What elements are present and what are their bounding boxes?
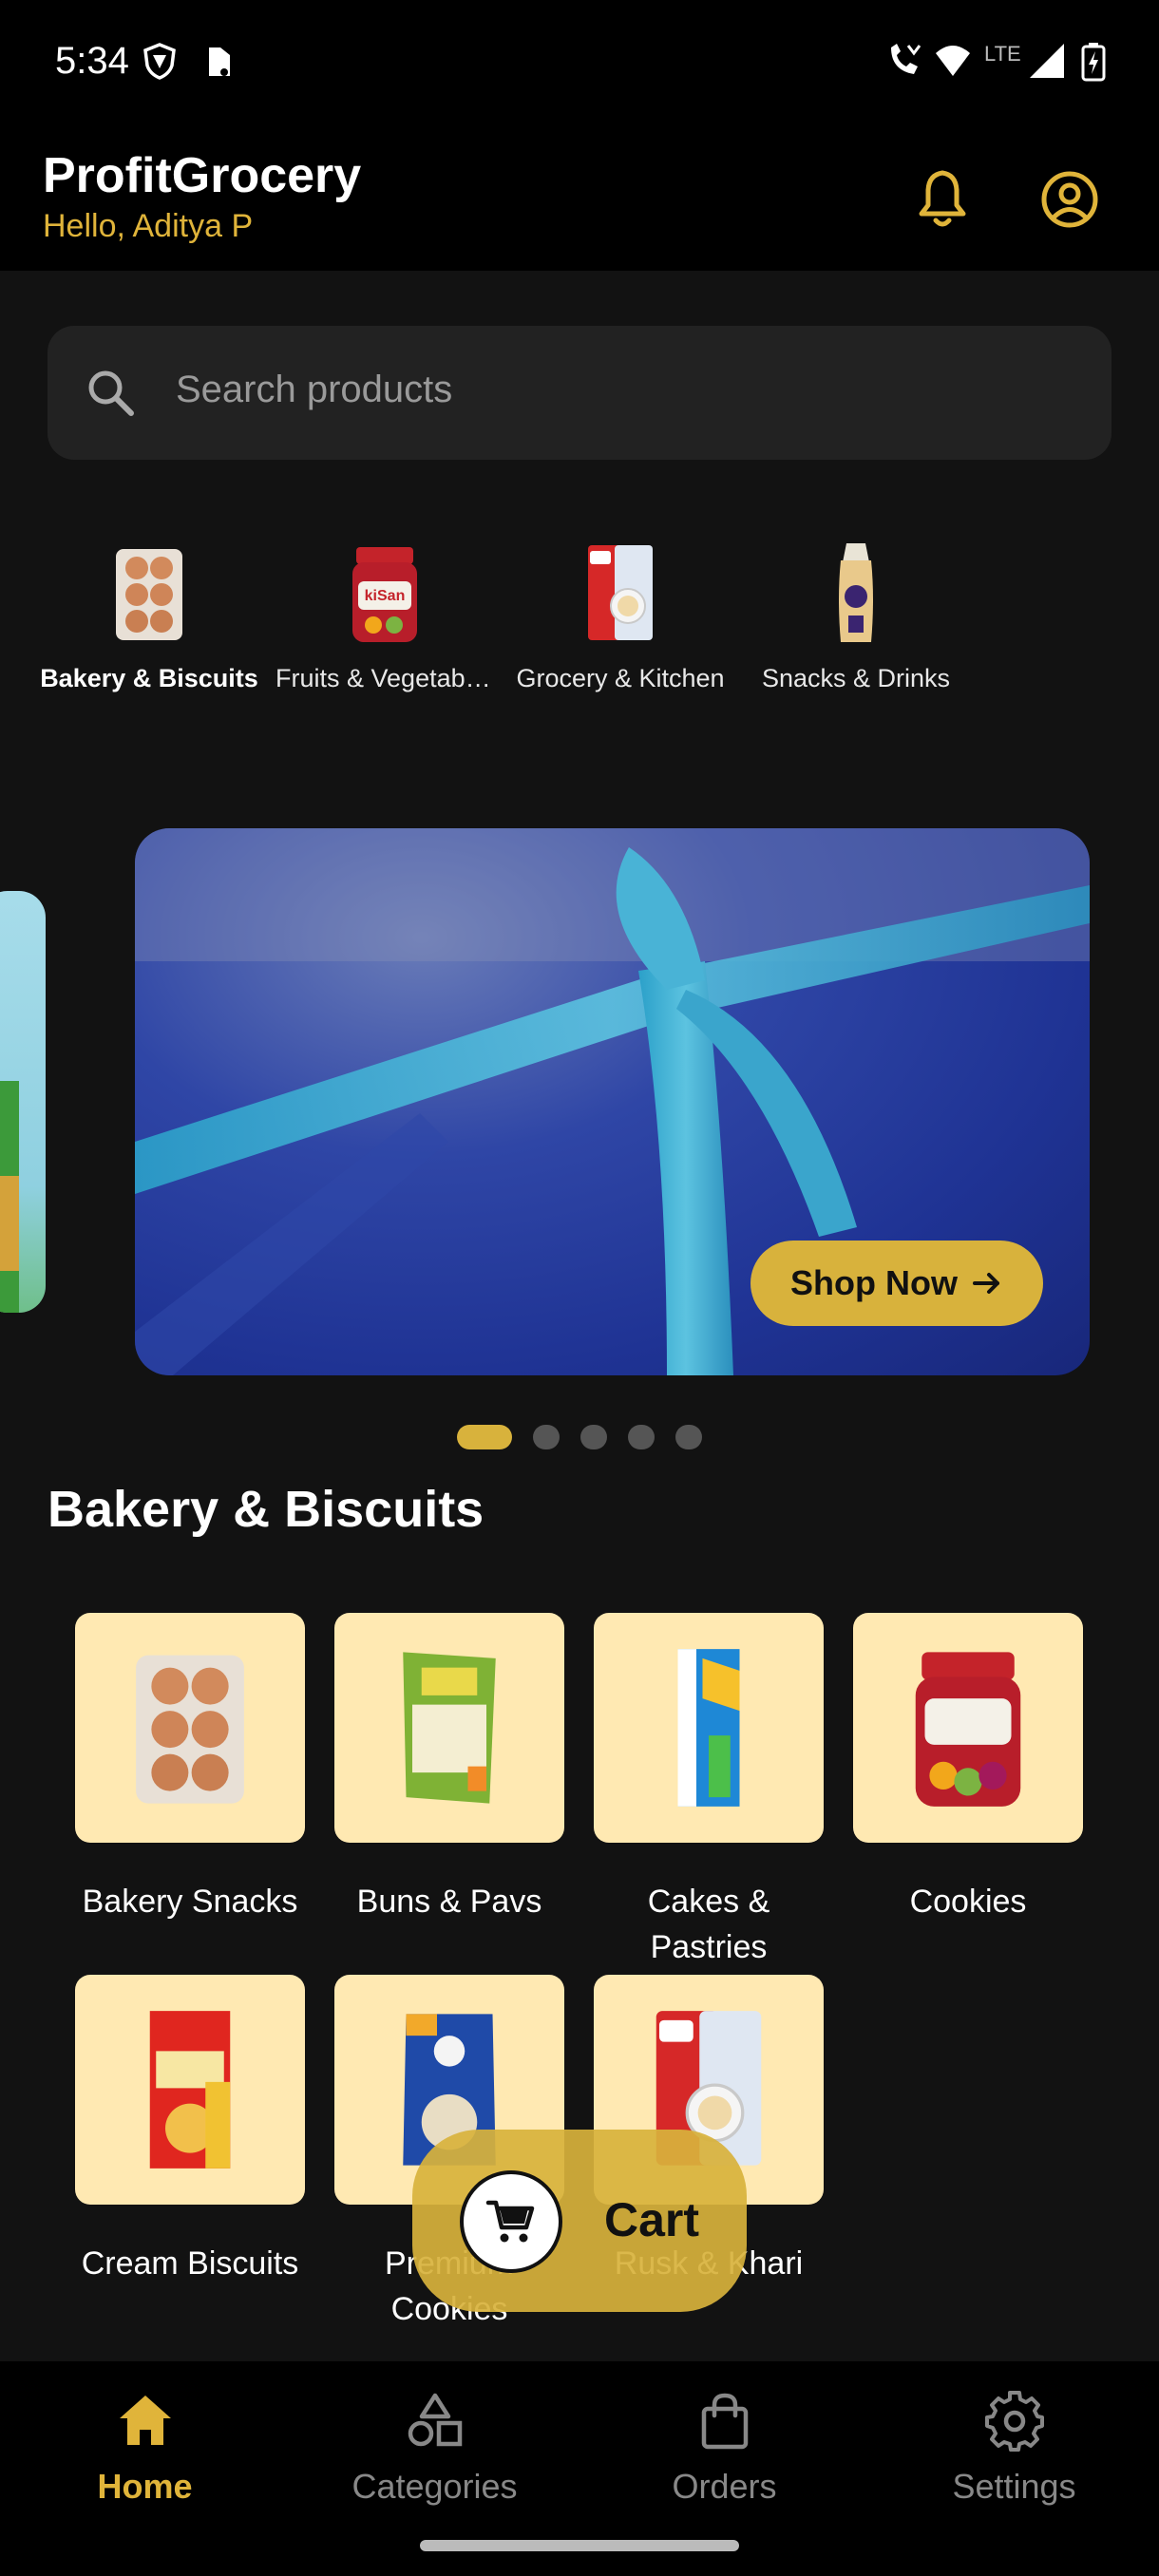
nav-label: Categories (352, 2467, 518, 2506)
snack-pack-icon (839, 543, 873, 642)
subcategory-tile[interactable]: Cakes & Pastries (594, 1613, 824, 1970)
tile-image (594, 1613, 824, 1843)
category-label: Snacks & Drinks (761, 664, 951, 692)
notifications-button[interactable] (904, 161, 980, 237)
carousel-dot[interactable] (628, 1425, 655, 1449)
category-item-bakery[interactable]: Bakery & Biscuits (40, 541, 258, 693)
search-icon (88, 370, 134, 416)
battery-charging-icon (1081, 43, 1106, 82)
storage-icon (209, 47, 230, 76)
subcategory-tile[interactable]: Bakery Snacks (75, 1613, 305, 1924)
cart-button[interactable]: Cart (412, 2130, 747, 2312)
tile-label: Cakes & Pastries (647, 1884, 770, 1965)
profile-button[interactable] (1032, 161, 1108, 237)
category-item-fruits[interactable]: kiSan Fruits & Vegetables (276, 541, 494, 693)
tile-image (853, 1613, 1083, 1843)
cell-signal-icon (1030, 44, 1064, 78)
carousel-dot[interactable] (675, 1425, 702, 1449)
search-bar[interactable]: Search products (48, 326, 1112, 460)
tile-image (334, 1613, 564, 1843)
categories-icon (408, 2393, 462, 2447)
category-label: Bakery & Biscuits (40, 664, 258, 692)
subcategory-tile[interactable]: Cream Biscuits (75, 1975, 305, 2286)
vermicelli-pack-icon (588, 545, 653, 640)
home-icon (119, 2396, 171, 2445)
svg-text:kiSan: kiSan (365, 588, 406, 604)
corn-flakes-box-icon (149, 2011, 231, 2169)
subcategory-tile[interactable]: Buns & Pavs (334, 1613, 564, 1924)
carousel-dot[interactable] (533, 1425, 560, 1449)
user-greeting: Hello, Aditya P (43, 208, 254, 244)
category-item-grocery[interactable]: Grocery & Kitchen (511, 541, 730, 693)
eggs-tray-icon (136, 1655, 244, 1804)
shop-now-button[interactable]: Shop Now (750, 1241, 1043, 1326)
banner-peek-previous[interactable] (0, 891, 46, 1313)
search-input[interactable]: Search products (176, 369, 452, 411)
cart-label: Cart (604, 2193, 700, 2246)
status-time: 5:34 (55, 40, 129, 82)
tile-image (75, 1613, 305, 1843)
category-label: Grocery & Kitchen (516, 664, 725, 692)
section-title: Bakery & Biscuits (48, 1481, 484, 1538)
nav-categories[interactable]: Categories (290, 2390, 580, 2507)
tile-label: Cream Biscuits (81, 2245, 299, 2282)
wifi-icon (936, 46, 970, 76)
promo-banner[interactable]: Shop Now (135, 828, 1090, 1375)
shopping-cart-icon (485, 2200, 535, 2243)
cart-icon-circle (460, 2170, 562, 2273)
eggs-tray-icon (116, 549, 182, 640)
carousel-indicator (457, 1425, 702, 1449)
carousel-dot[interactable] (457, 1425, 512, 1449)
arrow-right-icon (972, 1273, 999, 1294)
tile-label: Cookies (909, 1884, 1027, 1920)
nav-settings[interactable]: Settings (869, 2390, 1159, 2507)
jam-jar-icon (915, 1652, 1021, 1807)
jam-jar-icon: kiSan (352, 547, 417, 642)
nav-orders[interactable]: Orders (580, 2390, 869, 2507)
cheese-slices-icon (677, 1649, 740, 1807)
nav-label: Settings (952, 2467, 1076, 2506)
status-bar: 5:34 LTE (0, 0, 1159, 128)
nav-label: Home (97, 2467, 193, 2506)
network-type-label: LTE (984, 42, 1021, 66)
nav-home[interactable]: Home (0, 2390, 290, 2507)
category-label: Fruits & Vegetables (276, 664, 494, 692)
paneer-pack-icon (403, 1652, 496, 1804)
app-header: ProfitGrocery Hello, Aditya P (0, 128, 1159, 271)
tile-image (75, 1975, 305, 2205)
shop-now-label: Shop Now (790, 1263, 958, 1302)
account-circle-icon (1041, 171, 1098, 228)
vpn-shield-icon (143, 43, 176, 80)
gesture-bar[interactable] (420, 2540, 739, 2551)
gear-icon (984, 2391, 1044, 2452)
bell-icon (919, 170, 966, 227)
wifi-calling-icon (891, 44, 922, 74)
category-item-snacks[interactable]: Snacks & Drinks (747, 541, 965, 693)
tile-label: Bakery Snacks (82, 1884, 298, 1920)
tile-label: Buns & Pavs (356, 1884, 542, 1920)
shopping-bag-icon (701, 2393, 748, 2450)
carousel-dot[interactable] (580, 1425, 607, 1449)
subcategory-tile[interactable]: Cookies (853, 1613, 1083, 1924)
nav-label: Orders (672, 2467, 777, 2506)
app-title: ProfitGrocery (43, 148, 362, 203)
